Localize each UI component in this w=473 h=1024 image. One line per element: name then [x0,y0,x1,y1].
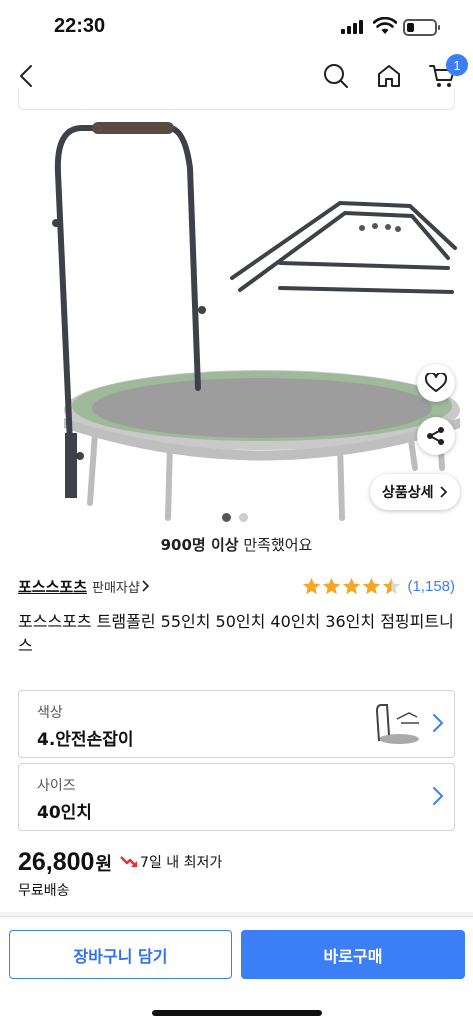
seller-row: 포스스포츠 판매자샵 (1,158) [18,574,455,598]
share-button[interactable] [417,417,455,455]
rating-stars [302,577,401,596]
purchase-bar: 장바구니 담기 바로구매 [0,916,473,1024]
star-icon [303,577,321,594]
trend-down-arrow-icon [120,856,138,867]
option-thumbnail [375,704,419,744]
option-value: 40인치 [37,803,92,823]
satisfaction-label: 만족했어요 [243,536,313,554]
buy-now-button[interactable]: 바로구매 [241,930,465,979]
carousel-indicator [222,513,248,522]
lowest-price-label: 7일 내 최저가 [140,855,223,871]
chevron-right-icon [142,580,149,592]
trampoline-image [52,122,460,521]
status-bar: 22:30 [0,0,473,56]
option-value: 4.안전손잡이 [37,730,134,750]
seller-name-link[interactable]: 포스스포츠 [18,576,87,597]
share-icon [427,427,444,445]
product-title: 포스스포츠 트램폴린 55인치 50인치 40인치 36인치 점핑피트니스 [18,612,454,655]
seller-shop-link[interactable]: 판매자샵 [92,577,140,596]
product-image-carousel[interactable] [0,88,473,528]
chevron-right-icon [433,787,444,805]
price-amount: 26,800 [18,848,95,876]
home-indicator [152,1010,322,1016]
option-label: 색상 [37,705,63,721]
satisfaction-count: 900명 이상 [160,536,239,554]
price-row: 26,800 원 7일 내 최저가 [18,848,222,877]
product-detail-button[interactable]: 상품상세 [370,474,460,510]
star-icon [363,577,381,594]
carousel-dot [222,513,231,522]
battery-icon [403,19,440,36]
chevron-right-icon [433,714,444,732]
option-label: 사이즈 [37,778,76,794]
size-option-selector[interactable]: 사이즈 40인치 [18,763,455,831]
wishlist-button[interactable] [417,364,455,402]
product-page: 22:30 1 상품상세 900명 이상 만족했어요 포스스포츠 판매자샵 (1… [0,0,473,1024]
star-icon [383,577,401,594]
star-icon [343,577,361,594]
lowest-price-badge: 7일 내 최저가 [120,852,222,872]
heart-icon [425,373,447,392]
product-detail-label: 상품상세 [382,485,434,501]
satisfaction-text: 900명 이상 만족했어요 [0,534,473,555]
home-icon [378,65,400,87]
star-icon [323,577,341,594]
review-count[interactable]: (1,158) [407,578,455,595]
color-option-selector[interactable]: 색상 4.안전손잡이 [18,690,455,758]
search-icon [324,64,348,88]
wifi-icon [373,17,397,34]
chevron-right-icon [439,486,447,498]
carousel-dot [239,513,248,522]
image-top-strip [18,88,455,110]
chevron-left-icon [20,65,32,87]
price-unit: 원 [95,854,113,875]
status-time: 22:30 [54,15,106,37]
add-to-cart-button[interactable]: 장바구니 담기 [9,930,232,979]
shipping-info: 무료배송 [18,883,70,899]
rating[interactable]: (1,158) [302,574,455,598]
signal-icon [341,20,363,34]
cart-count-badge: 1 [446,54,468,76]
